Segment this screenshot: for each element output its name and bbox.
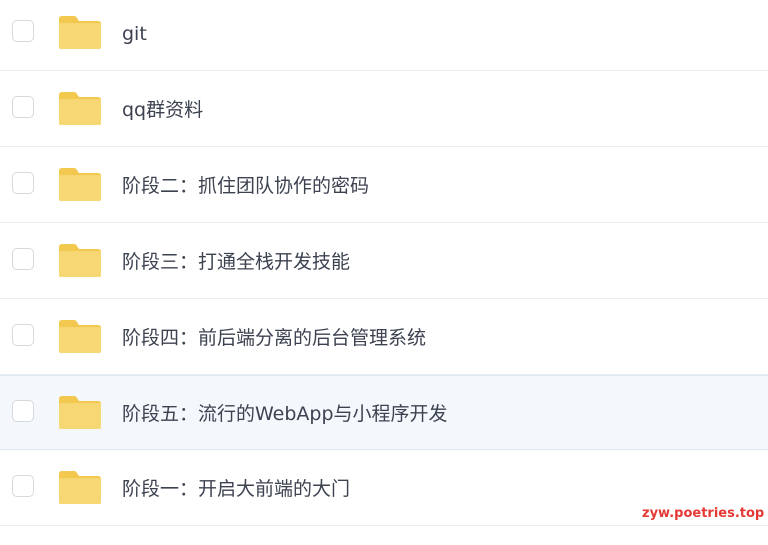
folder-name[interactable]: git [122,22,147,46]
folder-name[interactable]: 阶段三：打通全栈开发技能 [122,250,350,274]
row-checkbox[interactable] [12,324,34,346]
folder-name[interactable]: 阶段一：开启大前端的大门 [122,477,350,501]
folder-name[interactable]: 阶段四：前后端分离的后台管理系统 [122,326,426,350]
folder-name[interactable]: qq群资料 [122,98,203,122]
file-list: git qq群资料 阶段二：抓住团队协作的密码 阶段三：打通全栈开发技能 阶段四… [0,0,768,545]
row-checkbox[interactable] [12,20,34,42]
folder-icon [59,244,101,277]
file-row-qq-group[interactable]: qq群资料 [0,72,768,147]
folder-icon [59,471,101,504]
row-checkbox[interactable] [12,248,34,270]
folder-icon [59,92,101,125]
file-row-git[interactable]: git [0,0,768,71]
file-row-stage-3[interactable]: 阶段三：打通全栈开发技能 [0,224,768,299]
folder-icon [59,396,101,429]
folder-name[interactable]: 阶段二：抓住团队协作的密码 [122,174,369,198]
row-checkbox[interactable] [12,400,34,422]
folder-icon [59,320,101,353]
file-row-partial [0,527,768,545]
folder-icon [59,16,101,49]
row-checkbox[interactable] [12,475,34,497]
file-row-stage-2[interactable]: 阶段二：抓住团队协作的密码 [0,148,768,223]
folder-name[interactable]: 阶段五：流行的WebApp与小程序开发 [122,402,448,426]
row-checkbox[interactable] [12,172,34,194]
file-row-stage-5[interactable]: 阶段五：流行的WebApp与小程序开发 [0,375,768,450]
folder-icon [59,168,101,201]
watermark: zyw.poetries.top [642,506,765,521]
file-row-stage-4[interactable]: 阶段四：前后端分离的后台管理系统 [0,300,768,375]
row-checkbox[interactable] [12,96,34,118]
